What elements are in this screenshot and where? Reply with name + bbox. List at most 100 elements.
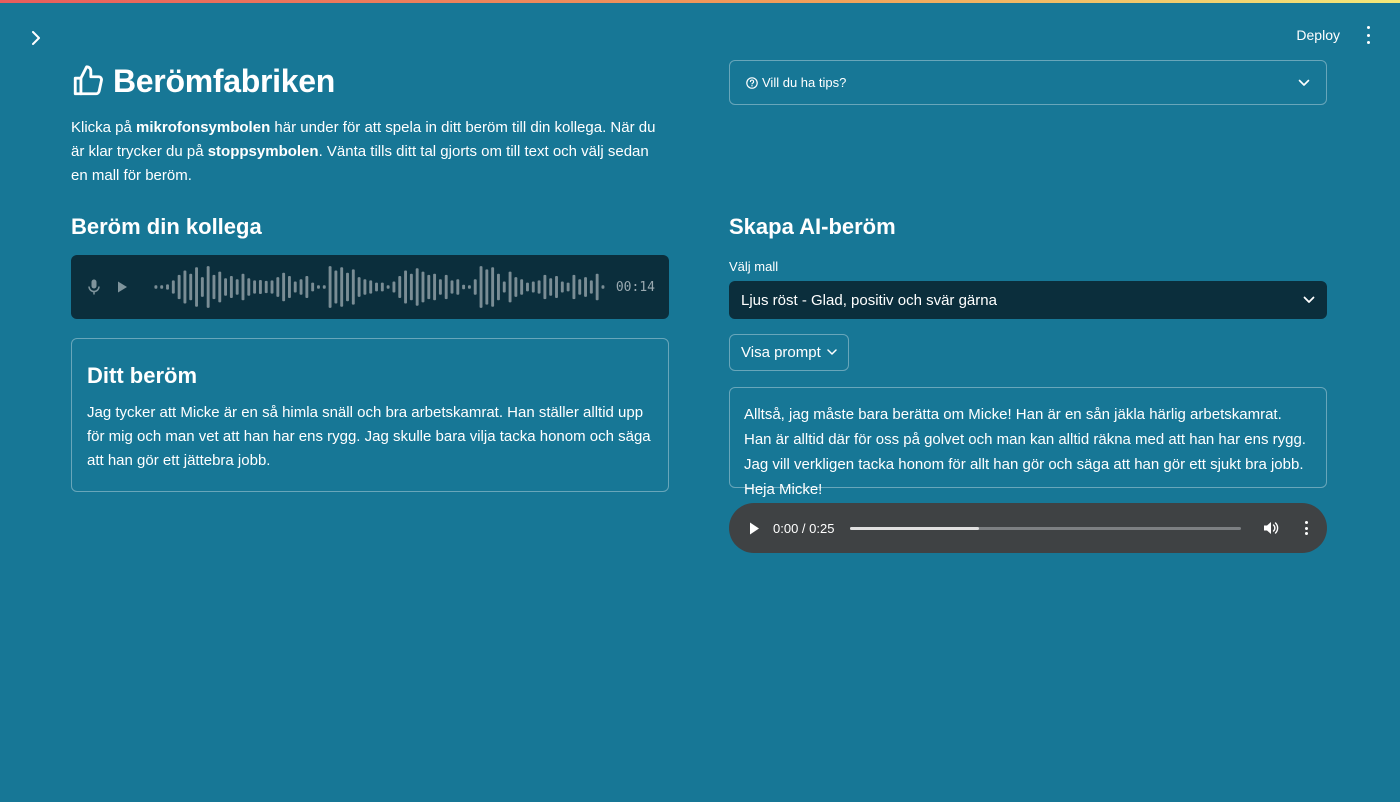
audio-recorder: 00:14 (71, 255, 669, 319)
audio-progress-slider[interactable] (850, 526, 1241, 530)
play-icon (117, 281, 127, 293)
tips-expander[interactable]: Vill du ha tips? (729, 60, 1327, 105)
waveform-bar (357, 277, 361, 297)
waveform-bar (450, 280, 454, 294)
recording-waveform (154, 266, 605, 308)
waveform-bar (595, 273, 599, 301)
sidebar-toggle-button[interactable] (26, 28, 46, 48)
kebab-dot (1304, 521, 1308, 524)
left-column: Berömfabriken Klicka på mikrofonsymbolen… (71, 60, 669, 492)
waveform-bar (421, 271, 425, 303)
waveform-bar (363, 279, 367, 295)
waveform-bar (531, 281, 535, 293)
waveform-bar (514, 277, 518, 297)
page-header: Berömfabriken (71, 60, 669, 102)
intro-bold-stop: stoppsymbolen (207, 143, 319, 160)
recording-time: 00:14 (615, 279, 655, 295)
waveform-bar (241, 273, 245, 301)
kebab-dot (1304, 532, 1308, 535)
waveform-bar (555, 276, 558, 298)
waveform-bar (566, 282, 570, 292)
chevron-right-icon (32, 31, 40, 45)
waveform-bar (479, 266, 483, 308)
waveform-bar (200, 277, 204, 297)
chevron-down-icon (1303, 296, 1315, 303)
praise-card-title: Ditt beröm (87, 363, 197, 388)
waveform-bar (543, 274, 547, 300)
audio-progress-fill (850, 526, 980, 530)
waveform-bar (253, 280, 257, 294)
ai-praise-text: Alltså, jag måste bara berätta om Micke!… (744, 406, 1306, 498)
microphone-button[interactable] (87, 278, 101, 296)
praise-card-text: Jag tycker att Micke är en så himla snäl… (87, 404, 651, 469)
waveform-bar (409, 273, 413, 301)
volume-button[interactable] (1263, 520, 1281, 536)
waveform-bar (508, 271, 512, 303)
audio-player: 0:00 / 0:25 (729, 503, 1327, 553)
show-prompt-label: Visa prompt (741, 344, 821, 361)
section-title-praise-colleague: Beröm din kollega (71, 214, 262, 239)
kebab-dot (1366, 41, 1370, 44)
waveform-bar (589, 280, 593, 294)
question-circle-icon (746, 76, 758, 89)
waveform-bar (154, 285, 158, 289)
waveform-bar (473, 279, 477, 295)
waveform-bar (456, 279, 460, 295)
waveform-bar (549, 278, 553, 296)
audio-menu-button[interactable] (1303, 521, 1309, 535)
waveform-bar (166, 284, 169, 290)
waveform-bar (467, 285, 471, 289)
ai-praise-card: Alltså, jag måste bara berätta om Micke!… (729, 387, 1327, 498)
waveform-bar (520, 279, 524, 295)
intro-text-part: Klicka på (71, 119, 137, 136)
kebab-dot (1366, 33, 1370, 37)
waveform-bar (537, 280, 541, 294)
waveform-bar (572, 274, 576, 300)
recording-play-button[interactable] (115, 278, 129, 296)
waveform-bar (293, 281, 297, 293)
template-select[interactable]: Ljus röst - Glad, positiv och svär gärna (729, 281, 1327, 319)
waveform-bar (224, 278, 228, 296)
waveform-bar (299, 279, 303, 295)
tips-expander-label: Vill du ha tips? (762, 75, 847, 90)
waveform-bar (340, 267, 344, 307)
waveform-bar (462, 284, 466, 290)
intro-bold-mic: mikrofonsymbolen (136, 119, 271, 136)
volume-icon (1264, 522, 1279, 534)
waveform-bar (177, 274, 181, 300)
waveform-bar (276, 277, 280, 297)
waveform-bar (264, 280, 268, 294)
template-select-label: Välj mall (729, 259, 779, 274)
waveform-bar (392, 281, 396, 293)
waveform-bar (305, 276, 309, 298)
waveform-bar (346, 272, 349, 302)
show-prompt-button[interactable]: Visa prompt (729, 334, 849, 371)
main-menu-button[interactable] (1362, 26, 1374, 44)
section-title-ai-praise: Skapa AI-beröm (729, 214, 896, 239)
waveform-bar (287, 276, 291, 298)
praise-card: Ditt beröm Jag tycker att Micke är en så… (71, 338, 669, 492)
thumbs-up-icon (73, 65, 103, 96)
waveform-bar (497, 273, 500, 301)
waveform-bar (444, 274, 448, 300)
waveform-bar (247, 278, 251, 296)
waveform-bar (334, 270, 338, 304)
chevron-down-icon (827, 349, 837, 355)
chevron-down-icon (1298, 79, 1310, 86)
waveform-bar (322, 285, 326, 289)
waveform-bar (189, 273, 193, 301)
waveform-bar (317, 285, 320, 289)
waveform-bar (398, 276, 402, 298)
waveform-bar (171, 280, 175, 294)
kebab-dot (1366, 26, 1370, 29)
waveform-bar (485, 269, 489, 305)
waveform-bar (311, 282, 315, 292)
deploy-button[interactable]: Deploy (1292, 25, 1344, 45)
waveform-bar (502, 281, 506, 293)
waveform-bar (270, 280, 274, 294)
waveform-bar (229, 276, 233, 298)
waveform-bar (375, 282, 378, 292)
waveform-bar (380, 282, 384, 292)
waveform-bar (491, 267, 495, 307)
audio-play-button[interactable] (749, 521, 763, 535)
